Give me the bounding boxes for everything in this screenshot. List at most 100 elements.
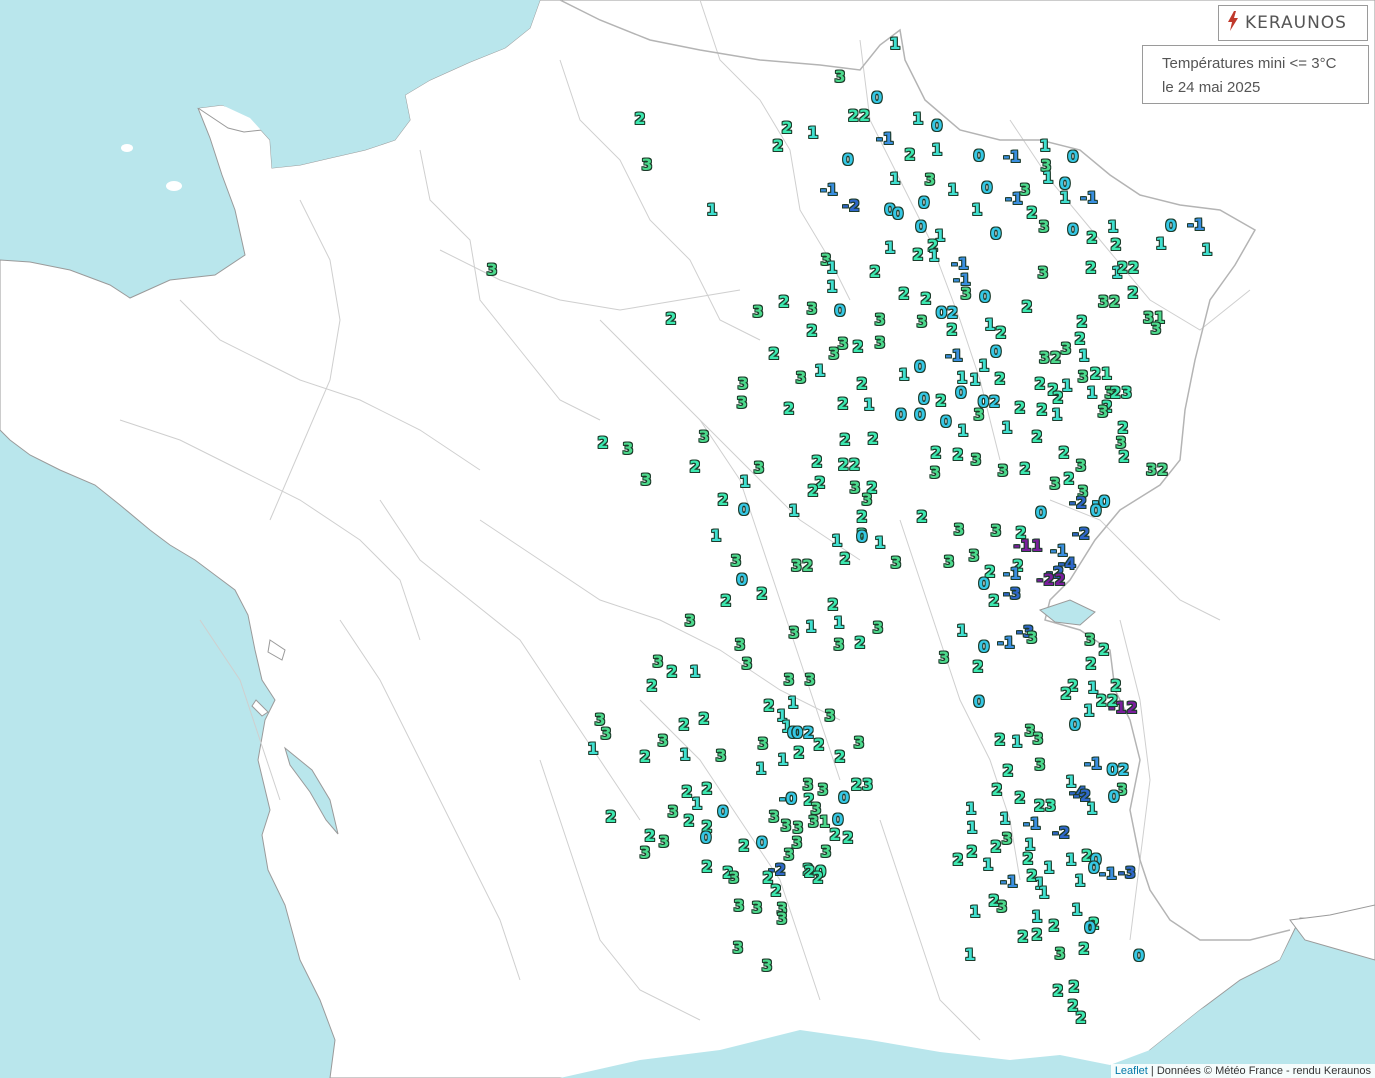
station-temperature[interactable]: 0: [978, 576, 989, 592]
station-temperature[interactable]: 2: [988, 593, 999, 609]
station-temperature[interactable]: 1: [826, 279, 837, 295]
leaflet-link[interactable]: Leaflet: [1115, 1065, 1148, 1077]
station-temperature[interactable]: 0: [892, 206, 903, 222]
station-temperature[interactable]: 1: [1078, 348, 1089, 364]
station-temperature[interactable]: 2: [856, 376, 867, 392]
station-temperature[interactable]: 0: [1090, 503, 1101, 519]
station-temperature[interactable]: 2: [1017, 929, 1028, 945]
station-temperature[interactable]: 3: [753, 460, 764, 476]
station-temperature[interactable]: 0: [918, 195, 929, 211]
station-temperature[interactable]: 2: [994, 371, 1005, 387]
station-temperature[interactable]: 2: [1118, 449, 1129, 465]
station-temperature[interactable]: 3: [741, 656, 752, 672]
station-temperature[interactable]: 2: [839, 551, 850, 567]
station-temperature[interactable]: 2: [781, 120, 792, 136]
station-temperature[interactable]: 3: [996, 899, 1007, 915]
station-temperature[interactable]: 2: [1014, 790, 1025, 806]
station-temperature[interactable]: -2: [1052, 825, 1070, 841]
station-temperature[interactable]: 1: [982, 857, 993, 873]
station-temperature[interactable]: 3: [890, 555, 901, 571]
station-temperature[interactable]: 2: [763, 698, 774, 714]
station-temperature[interactable]: 2: [952, 852, 963, 868]
station-temperature[interactable]: 1: [807, 125, 818, 141]
station-temperature[interactable]: -3: [1003, 586, 1021, 602]
station-temperature[interactable]: 2: [1085, 260, 1096, 276]
station-temperature[interactable]: 1: [863, 397, 874, 413]
station-temperature[interactable]: 2: [772, 138, 783, 154]
station-temperature[interactable]: 3: [874, 312, 885, 328]
station-temperature[interactable]: 1: [1059, 190, 1070, 206]
station-temperature[interactable]: 3: [1150, 321, 1161, 337]
station-temperature[interactable]: 1: [1086, 801, 1097, 817]
station-temperature[interactable]: 0: [834, 303, 845, 319]
station-temperature[interactable]: 0: [914, 359, 925, 375]
station-temperature[interactable]: 1: [1201, 242, 1212, 258]
station-temperature[interactable]: 2: [1019, 461, 1030, 477]
station-temperature[interactable]: 1: [947, 182, 958, 198]
station-temperature[interactable]: 3: [737, 376, 748, 392]
station-temperature[interactable]: 2: [770, 883, 781, 899]
station-temperature[interactable]: 2: [904, 147, 915, 163]
station-temperature[interactable]: 3: [1037, 265, 1048, 281]
station-temperature[interactable]: 3: [1075, 458, 1086, 474]
station-temperature[interactable]: 22: [838, 457, 860, 473]
station-temperature[interactable]: 3: [715, 748, 726, 764]
station-temperature[interactable]: 0: [973, 694, 984, 710]
station-temperature[interactable]: 1: [971, 202, 982, 218]
station-temperature[interactable]: 2: [1002, 763, 1013, 779]
station-temperature[interactable]: 2: [689, 459, 700, 475]
station-temperature[interactable]: 3: [990, 523, 1001, 539]
station-temperature[interactable]: 2: [930, 445, 941, 461]
station-temperature[interactable]: 2: [990, 839, 1001, 855]
station-temperature[interactable]: 0: [717, 804, 728, 820]
station-temperature[interactable]: 23: [1110, 385, 1132, 401]
station-temperature[interactable]: 3: [780, 818, 791, 834]
station-temperature[interactable]: 3: [641, 157, 652, 173]
station-temperature[interactable]: 2: [778, 294, 789, 310]
station-temperature[interactable]: 0: [1088, 860, 1099, 876]
station-temperature[interactable]: -2: [1069, 495, 1087, 511]
station-temperature[interactable]: -1: [1187, 217, 1205, 233]
station-temperature[interactable]: 3: [872, 620, 883, 636]
station-temperature[interactable]: 2: [1058, 445, 1069, 461]
station-temperature[interactable]: 2: [869, 264, 880, 280]
station-temperature[interactable]: 22: [1117, 260, 1139, 276]
station-temperature[interactable]: 1: [1039, 138, 1050, 154]
station-temperature[interactable]: 3: [733, 898, 744, 914]
station-temperature[interactable]: 1: [679, 747, 690, 763]
station-temperature[interactable]: 2: [854, 635, 865, 651]
station-temperature[interactable]: -1: [1003, 149, 1021, 165]
station-temperature[interactable]: 2: [852, 339, 863, 355]
station-temperature[interactable]: -1: [1000, 874, 1018, 890]
station-temperature[interactable]: 0: [979, 289, 990, 305]
station-temperature[interactable]: 2: [1110, 237, 1121, 253]
station-temperature[interactable]: 2: [701, 781, 712, 797]
station-temperature[interactable]: 3: [1034, 757, 1045, 773]
station-temperature[interactable]: 3: [806, 301, 817, 317]
station-temperature[interactable]: 3: [817, 782, 828, 798]
station-temperature[interactable]: 1: [957, 423, 968, 439]
station-temperature[interactable]: 0: [978, 639, 989, 655]
station-temperature[interactable]: 2: [683, 813, 694, 829]
station-temperature[interactable]: 3: [736, 395, 747, 411]
station-temperature[interactable]: 3: [728, 870, 739, 886]
station-temperature[interactable]: 23: [1034, 798, 1056, 814]
station-temperature[interactable]: 2: [1014, 400, 1025, 416]
station-temperature[interactable]: 2: [952, 447, 963, 463]
station-temperature[interactable]: 2: [634, 111, 645, 127]
station-temperature[interactable]: 3: [997, 463, 1008, 479]
station-temperature[interactable]: 0: [990, 226, 1001, 242]
station-temperature[interactable]: 2: [1075, 1010, 1086, 1026]
station-temperature[interactable]: 2: [1076, 314, 1087, 330]
station-temperature[interactable]: 2: [756, 586, 767, 602]
station-temperature[interactable]: 2: [834, 749, 845, 765]
station-temperature[interactable]: 2: [1048, 918, 1059, 934]
station-temperature[interactable]: 0: [1067, 222, 1078, 238]
station-temperature[interactable]: -3: [1118, 865, 1136, 881]
station-temperature[interactable]: 3: [788, 625, 799, 641]
station-temperature[interactable]: 1: [1042, 170, 1053, 186]
station-temperature[interactable]: 1: [1107, 219, 1118, 235]
station-temperature[interactable]: 2: [793, 745, 804, 761]
keraunos-logo[interactable]: KERAUNOS: [1218, 5, 1368, 41]
station-temperature[interactable]: 2: [813, 737, 824, 753]
